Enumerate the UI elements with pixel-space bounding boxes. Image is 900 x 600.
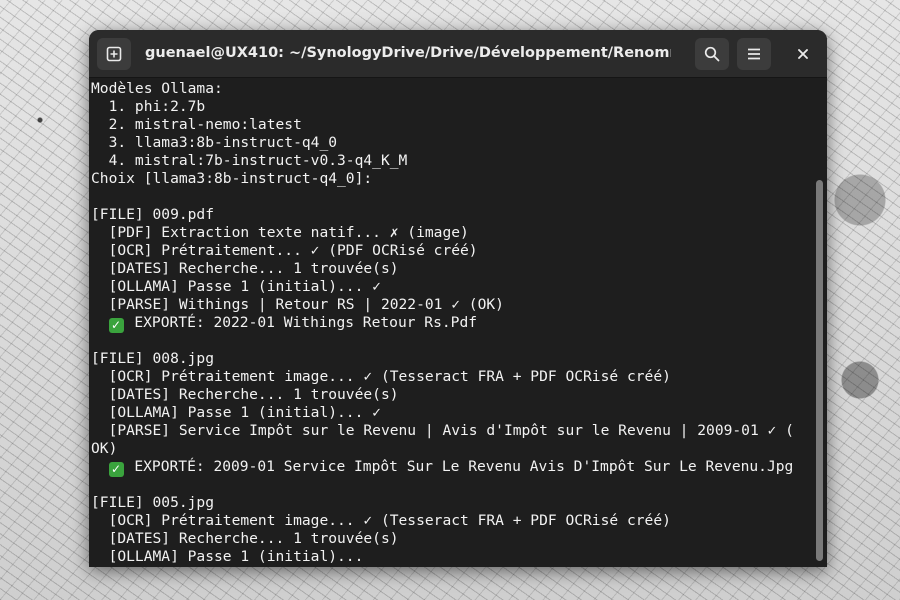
terminal-line: OK) <box>91 440 118 457</box>
terminal-line: [OLLAMA] Passe 1 (initial)... ✓ <box>91 404 381 421</box>
terminal-line: [OLLAMA] Passe 1 (initial)... ✓ <box>91 278 381 295</box>
terminal-line: 3. llama3:8b-instruct-q4_0 <box>91 134 338 151</box>
terminal-line: [FILE] 008.jpg <box>91 350 215 367</box>
terminal-line: [DATES] Recherche... 1 trouvée(s) <box>91 260 399 277</box>
terminal-line: 4. mistral:7b-instruct-v0.3-q4_K_M <box>91 152 408 169</box>
terminal-export-line: ✓ EXPORTÉ: 2009-01 Service Impôt Sur Le … <box>91 458 811 477</box>
terminal-line: [FILE] 009.pdf <box>91 206 215 223</box>
terminal-line: [OCR] Prétraitement... ✓ (PDF OCRisé cré… <box>91 242 478 259</box>
terminal-line: [OCR] Prétraitement image... ✓ (Tesserac… <box>91 512 671 529</box>
close-button[interactable] <box>786 38 820 70</box>
window-title: guenael@UX410: ~/SynologyDrive/Drive/Dév… <box>145 45 671 61</box>
export-text: EXPORTÉ: 2022-01 Withings Retour Rs.Pdf <box>125 314 478 331</box>
terminal-line: 2. mistral-nemo:latest <box>91 116 302 133</box>
terminal-line: [PARSE] Service Impôt sur le Revenu | Av… <box>91 422 794 439</box>
title-bar[interactable]: guenael@UX410: ~/SynologyDrive/Drive/Dév… <box>89 30 827 78</box>
menu-button[interactable] <box>737 38 771 70</box>
check-mark-icon: ✓ <box>108 462 124 477</box>
new-tab-icon <box>106 46 122 62</box>
close-icon <box>798 49 808 59</box>
hamburger-menu-icon <box>748 48 760 60</box>
scrollbar[interactable] <box>816 180 823 561</box>
terminal-line: [DATES] Recherche... 1 trouvée(s) <box>91 530 399 547</box>
terminal-line: [PARSE] Withings | Retour RS | 2022-01 ✓… <box>91 296 504 313</box>
terminal-export-line: ✓ EXPORTÉ: 2022-01 Withings Retour Rs.Pd… <box>91 314 811 333</box>
terminal-line: [OLLAMA] Passe 1 (initial)... <box>91 548 364 565</box>
terminal-line: [OCR] Prétraitement image... ✓ (Tesserac… <box>91 368 671 385</box>
terminal-line: Choix [llama3:8b-instruct-q4_0]: <box>91 170 373 187</box>
new-tab-button[interactable] <box>97 38 131 70</box>
terminal-line: Modèles Ollama: <box>91 80 223 97</box>
export-text: EXPORTÉ: 2009-01 Service Impôt Sur Le Re… <box>125 458 794 475</box>
terminal-output[interactable]: Modèles Ollama: 1. phi:2.7b 2. mistral-n… <box>89 78 811 567</box>
check-mark-icon: ✓ <box>108 318 124 333</box>
search-icon <box>704 46 720 62</box>
terminal-line: [PDF] Extraction texte natif... ✗ (image… <box>91 224 469 241</box>
terminal-line: 1. phi:2.7b <box>91 98 206 115</box>
search-button[interactable] <box>695 38 729 70</box>
terminal-line: [FILE] 005.jpg <box>91 494 215 511</box>
terminal-window[interactable]: guenael@UX410: ~/SynologyDrive/Drive/Dév… <box>89 30 827 567</box>
terminal-line: [DATES] Recherche... 1 trouvée(s) <box>91 386 399 403</box>
